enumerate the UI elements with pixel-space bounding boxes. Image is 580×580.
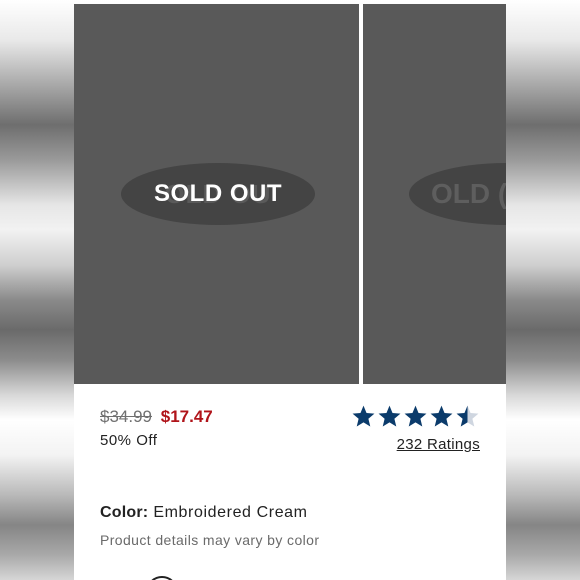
star-icon [404, 405, 427, 427]
rating-block: 232 Ratings [351, 404, 480, 454]
sold-out-label: SOLD OUT [154, 180, 282, 207]
original-price: $34.99 [100, 407, 152, 426]
star-icon [378, 405, 401, 427]
screen: { "gallery": { "images": [ { "badge": "S… [0, 0, 580, 580]
sold-out-badge: OLD OU SOLD OUT [121, 163, 315, 225]
star-rating[interactable] [351, 404, 480, 431]
sold-out-ghost-text-partial: OLD ( [431, 178, 506, 209]
color-label: Color: [100, 504, 149, 521]
color-selection: Color: Embroidered Cream [100, 504, 308, 522]
star-icon [430, 405, 453, 427]
product-image-2[interactable]: OLD ( [363, 4, 506, 384]
product-page: OLD OU SOLD OUT OLD ( $34.99 $17.47 50% … [74, 4, 506, 580]
color-disclaimer: Product details may vary by color [100, 532, 320, 548]
product-image-gallery[interactable]: OLD OU SOLD OUT OLD ( [74, 4, 506, 384]
sold-out-badge-partial: OLD ( [409, 163, 506, 225]
price-row: $34.99 $17.47 [100, 407, 213, 427]
sale-price: $17.47 [160, 407, 213, 426]
half-star-icon [456, 405, 479, 427]
color-value: Embroidered Cream [153, 504, 308, 521]
star-icon [352, 405, 375, 427]
color-swatch[interactable] [146, 576, 178, 580]
product-info: $34.99 $17.47 50% Off 232 Ratings Color:… [74, 384, 506, 580]
discount-label: 50% Off [100, 432, 158, 449]
product-image-1[interactable]: OLD OU SOLD OUT [74, 4, 359, 384]
ratings-count-link[interactable]: 232 Ratings [397, 436, 480, 453]
